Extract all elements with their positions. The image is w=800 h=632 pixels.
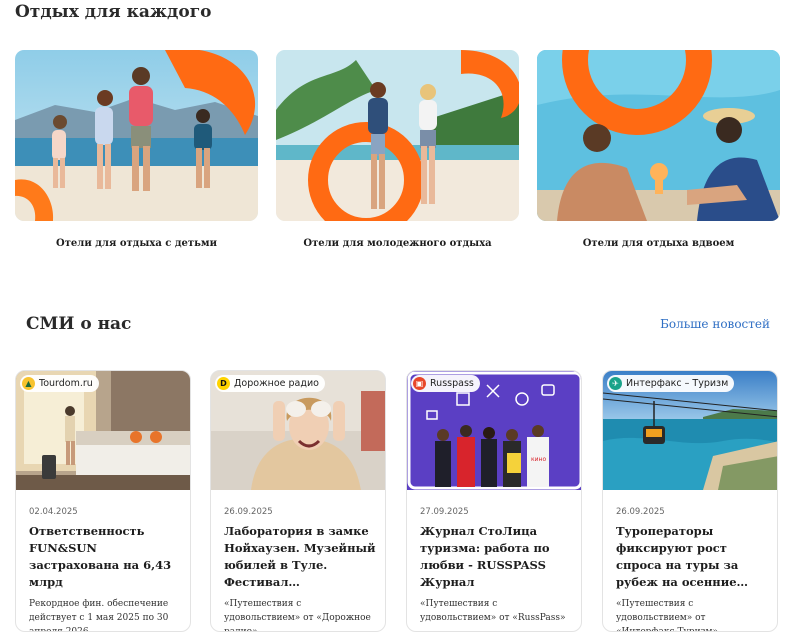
news-description: «Путешествия с удовольствием» от «Интерф… xyxy=(616,599,719,632)
svg-text:кино: кино xyxy=(531,456,546,463)
source-name: Дорожное радио xyxy=(234,378,319,389)
source-name: Tourdom.ru xyxy=(39,378,93,389)
source-badge: D Дорожное радио xyxy=(215,375,325,392)
news-title[interactable]: Туроператоры фиксируют рост спроса на ту… xyxy=(616,523,769,591)
news-date: 02.04.2025 xyxy=(29,507,78,517)
news-description: «Путешествия с удовольствием» от «Дорожн… xyxy=(224,599,371,632)
more-news-link[interactable]: Больше новостей xyxy=(660,317,770,331)
news-card[interactable]: ▲ Tourdom.ru 02.04.2025 Ответственность … xyxy=(15,370,191,632)
news-description: Рекордное фин. обеспечение действует с 1… xyxy=(29,599,169,632)
source-name: Russpass xyxy=(430,378,474,389)
russpass-logo-icon: ▣ xyxy=(413,377,426,390)
category-card-couples[interactable] xyxy=(537,50,780,221)
news-date: 27.09.2025 xyxy=(420,507,469,517)
source-badge: ▣ Russpass xyxy=(411,375,480,392)
category-label-youth[interactable]: Отели для молодежного отдыха xyxy=(276,238,519,249)
news-card[interactable]: ✈ Интерфакс – Туризм 26.09.2025 Туропера… xyxy=(602,370,778,632)
family-photo xyxy=(15,50,258,221)
section-title-media: СМИ о нас xyxy=(26,314,132,334)
couples-photo xyxy=(537,50,780,221)
source-name: Интерфакс – Туризм xyxy=(626,378,729,389)
section-title-leisure: Отдых для каждого xyxy=(15,2,212,22)
news-title[interactable]: Ответственность FUN&SUN застрахована на … xyxy=(29,523,182,591)
source-badge: ✈ Интерфакс – Туризм xyxy=(607,375,735,392)
category-label-couples[interactable]: Отели для отдыха вдвоем xyxy=(537,238,780,249)
news-title[interactable]: Журнал СтоЛица туризма: работа по любви … xyxy=(420,523,573,591)
category-card-youth[interactable] xyxy=(276,50,519,221)
news-card[interactable]: D Дорожное радио 26.09.2025 Лаборатория … xyxy=(210,370,386,632)
source-badge: ▲ Tourdom.ru xyxy=(20,375,99,392)
news-card[interactable]: кино ▣ Russpass 27.09.2025 Журнал СтоЛиц… xyxy=(406,370,582,632)
news-date: 26.09.2025 xyxy=(224,507,273,517)
news-title[interactable]: Лаборатория в замке Нойхаузен. Музейный … xyxy=(224,523,377,591)
interfax-logo-icon: ✈ xyxy=(609,377,622,390)
news-description: «Путешествия с удовольствием» от «RussPa… xyxy=(420,599,566,623)
youth-photo xyxy=(276,50,519,221)
category-label-family[interactable]: Отели для отдыха с детьми xyxy=(15,238,258,249)
category-card-family[interactable] xyxy=(15,50,258,221)
news-date: 26.09.2025 xyxy=(616,507,665,517)
dorozhnoe-radio-logo-icon: D xyxy=(217,377,230,390)
tourdom-logo-icon: ▲ xyxy=(22,377,35,390)
